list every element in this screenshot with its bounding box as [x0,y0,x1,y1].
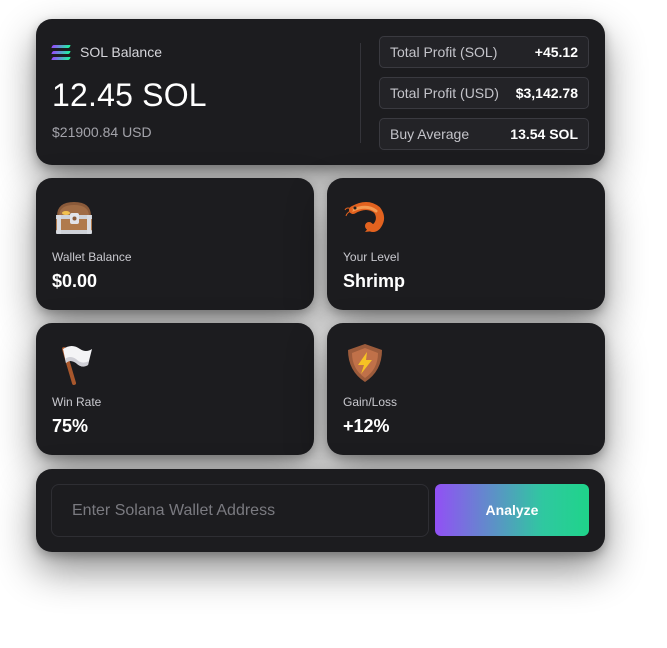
stat-total-profit-usd: Total Profit (USD) $3,142.78 [379,77,589,109]
stat-buy-average: Buy Average 13.54 SOL [379,118,589,150]
solana-logo-icon [51,44,71,60]
balance-header: SOL Balance [51,44,162,60]
tile-label: Your Level [343,250,400,264]
tile-value: $0.00 [52,271,98,291]
tile-label: Gain/Loss [343,395,398,409]
tile-value: Shrimp [343,271,406,291]
white-flag-icon [62,346,92,385]
wallet-search-card: Analyze [36,469,605,552]
tile-label: Win Rate [52,395,102,409]
tile-value: +12% [343,416,390,436]
tile-label: Wallet Balance [52,250,132,264]
stat-value: $3,142.78 [515,85,578,101]
tile-value: 75% [52,416,89,436]
analyze-button[interactable]: Analyze [435,484,589,536]
stat-value: 13.54 SOL [510,126,578,142]
win-rate-card: Win Rate 75% [36,323,314,455]
stat-label: Total Profit (USD) [390,85,499,101]
gain-loss-card: Gain/Loss +12% [327,323,605,455]
divider [360,43,361,143]
stat-label: Buy Average [390,126,470,142]
lightning-shield-icon [348,344,382,382]
stat-total-profit-sol: Total Profit (SOL) +45.12 [379,36,589,68]
balance-card: SOL Balance 12.45 SOL $21900.84 USD Tota… [36,19,605,165]
wallet-address-input[interactable] [51,484,429,537]
treasure-chest-icon [56,202,92,234]
level-card: Your Level Shrimp [327,178,605,310]
wallet-balance-card: Wallet Balance $0.00 [36,178,314,310]
balance-label: SOL Balance [80,44,162,60]
balance-amount: 12.45 SOL [52,77,207,113]
stat-label: Total Profit (SOL) [390,44,498,60]
shrimp-icon [344,202,384,232]
balance-usd: $21900.84 USD [52,124,152,140]
stat-value: +45.12 [534,44,578,60]
